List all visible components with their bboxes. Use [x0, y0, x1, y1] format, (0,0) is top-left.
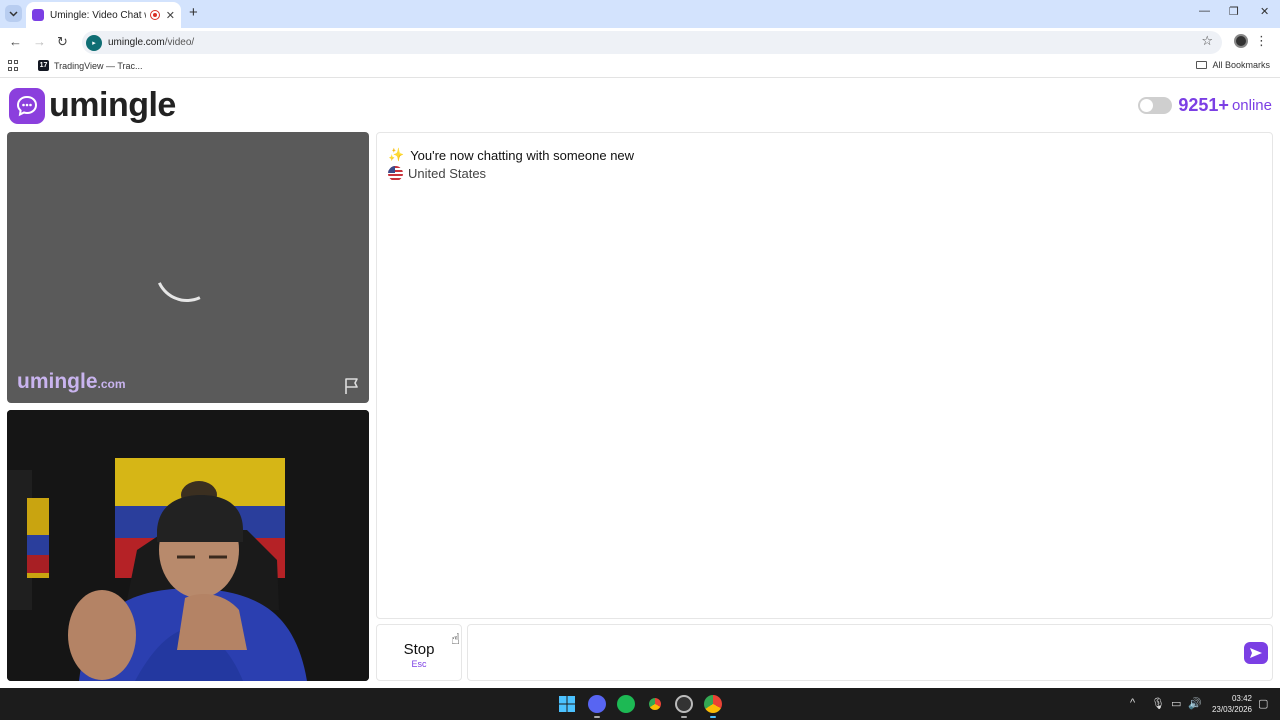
window-minimize-button[interactable]: — — [1199, 5, 1210, 17]
umingle-watermark: umingle.com — [17, 370, 126, 394]
back-arrow-icon[interactable]: ← — [9, 34, 22, 49]
stranger-country: United States — [388, 166, 486, 181]
self-video-panel — [7, 410, 369, 681]
window-restore-button[interactable]: ❐ — [1229, 5, 1239, 18]
address-bar[interactable]: ▸ umingle.com/video/ — [82, 31, 1222, 54]
microphone-icon[interactable]: 🎙 — [1151, 697, 1165, 710]
chevron-down-icon — [9, 10, 18, 17]
webcam-feed — [7, 410, 369, 681]
url-path: /video/ — [164, 37, 195, 48]
sparkles-icon: ✨ — [388, 147, 405, 162]
recording-indicator-icon — [149, 10, 160, 20]
browser-tab-bar: Umingle: Video Chat with St ✕ + — ❐ ✕ — [0, 0, 1280, 28]
apps-grid-icon[interactable] — [8, 60, 19, 71]
obs-running-indicator — [681, 716, 687, 718]
online-label: online — [1231, 97, 1272, 114]
bookmark-star-icon[interactable]: ☆ — [1201, 33, 1213, 49]
new-tab-button[interactable]: + — [189, 5, 198, 21]
loading-spinner-icon — [145, 228, 229, 312]
send-arrow-icon — [1250, 648, 1262, 658]
notifications-icon[interactable]: ▢ — [1258, 697, 1268, 710]
report-flag-icon[interactable] — [343, 377, 361, 395]
profile-avatar[interactable] — [1234, 34, 1248, 48]
chat-log: ✨ You're now chatting with someone new U… — [376, 132, 1273, 619]
discord-app-icon[interactable] — [588, 695, 606, 713]
umingle-favicon — [32, 9, 44, 21]
clock-date: 23/03/2026 — [1211, 705, 1252, 714]
watermark-text: umingle — [17, 370, 98, 393]
all-bookmarks-label: All Bookmarks — [1212, 60, 1270, 70]
message-input[interactable] — [467, 624, 1273, 681]
browser-tab-active[interactable]: Umingle: Video Chat with St ✕ — [26, 2, 181, 28]
network-icon[interactable]: ▭ — [1171, 697, 1181, 710]
volume-icon[interactable]: 🔊 — [1188, 697, 1202, 710]
country-text: United States — [408, 166, 487, 181]
stranger-video-panel: umingle.com — [7, 132, 369, 403]
obs-app-icon[interactable] — [675, 695, 693, 713]
clock-time: 03:42 — [1231, 694, 1252, 703]
spotify-app-icon[interactable] — [617, 695, 635, 713]
reload-icon[interactable]: ↻ — [57, 34, 68, 50]
logo-text: umingle — [49, 86, 176, 124]
chat-system-message: ✨ You're now chatting with someone new — [388, 147, 634, 163]
online-count: 9251+ — [1178, 95, 1229, 115]
url-text: umingle.com/video/ — [108, 37, 194, 48]
send-button[interactable] — [1244, 642, 1268, 664]
bookmarks-bar: 17 TradingView — Trac... All Bookmarks — [0, 56, 1280, 78]
mouse-cursor-icon: ☝ — [451, 631, 461, 648]
bookmark-tradingview[interactable]: 17 TradingView — Trac... — [38, 60, 143, 71]
watermark-domain: .com — [97, 377, 126, 391]
tab-close-button[interactable]: ✕ — [166, 9, 175, 22]
us-flag-icon — [388, 166, 403, 181]
status-message-text: You're now chatting with someone new — [410, 147, 635, 163]
url-host: umingle.com — [108, 37, 165, 48]
os-taskbar: ^ 🎙 ▭ 🔊 03:42 23/03/2026 ▢ — [0, 688, 1280, 720]
browser-toolbar: ← → ↻ ▸ umingle.com/video/ ☆ ⋮ — [0, 28, 1280, 56]
stop-button[interactable]: Stop Esc — [376, 624, 462, 681]
chrome-profile-app-icon[interactable] — [704, 695, 722, 713]
folder-icon — [1196, 61, 1208, 69]
windows-start-icon[interactable] — [559, 696, 575, 712]
chrome-app-icon[interactable] — [646, 695, 664, 713]
forward-arrow-icon[interactable]: → — [33, 34, 46, 49]
all-bookmarks-button[interactable]: All Bookmarks — [1196, 60, 1270, 70]
tradingview-icon: 17 — [38, 60, 49, 71]
window-close-button[interactable]: ✕ — [1260, 5, 1269, 18]
stop-shortcut-hint: Esc — [411, 659, 427, 669]
tab-search-button[interactable] — [5, 5, 22, 22]
stop-label: Stop — [403, 641, 435, 658]
bookmark-label: TradingView — Trac... — [54, 60, 143, 71]
theme-toggle[interactable] — [1138, 97, 1173, 114]
chrome-active-indicator — [710, 716, 716, 718]
system-clock[interactable]: 03:42 23/03/2026 — [1212, 693, 1252, 715]
umingle-logo[interactable]: umingle — [9, 86, 176, 125]
site-info-icon[interactable]: ▸ — [86, 34, 102, 51]
chat-bubble-icon — [9, 87, 45, 124]
online-status: 9251+ online — [1138, 95, 1272, 116]
tray-overflow-icon[interactable]: ^ — [1130, 697, 1135, 709]
discord-running-indicator — [594, 716, 600, 718]
browser-menu-icon[interactable]: ⋮ — [1255, 33, 1268, 49]
tab-title: Umingle: Video Chat with St — [50, 9, 146, 21]
